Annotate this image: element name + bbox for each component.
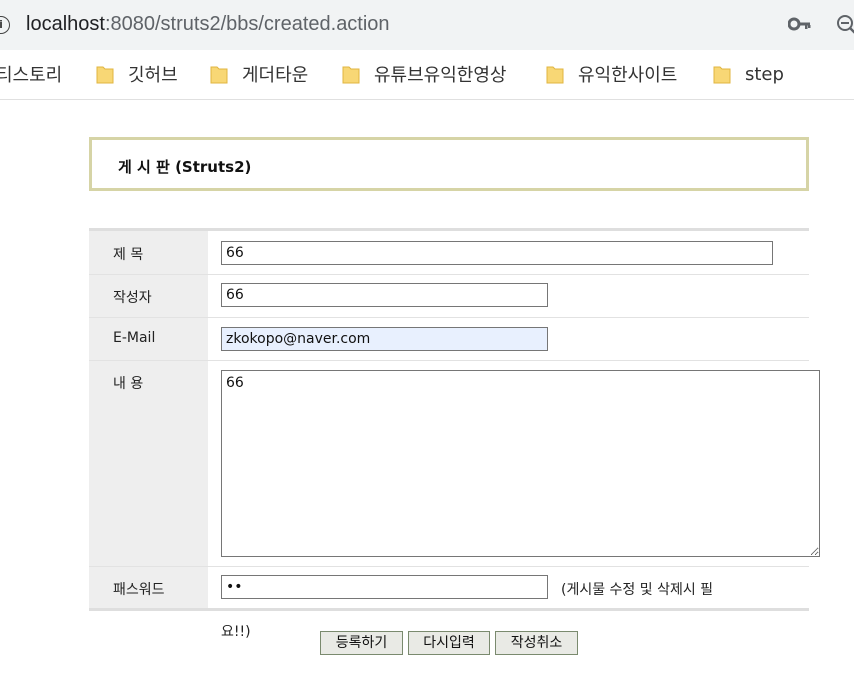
writer-label-cell: 작성자 <box>89 275 208 317</box>
url-text[interactable]: localhost:8080/struts2/bbs/created.actio… <box>26 13 390 36</box>
bookmarks-bar: 티스토리 깃허브 게더타운 유튜브유익한영상 유익한사이트 step <box>0 50 854 100</box>
bookmark-label: 티스토리 <box>0 65 63 86</box>
subject-label: 제 목 <box>113 247 144 263</box>
form-bottom-divider <box>89 608 809 611</box>
folder-icon <box>342 64 360 84</box>
password-note: (게시물 수정 및 삭제시 필 <box>561 582 714 598</box>
bookmark-youtube[interactable]: 유튜브유익한영상 <box>342 60 506 88</box>
submit-button[interactable]: 등록하기 <box>320 631 403 655</box>
folder-icon <box>210 64 228 84</box>
password-label: 패스워드 <box>113 582 165 598</box>
bookmark-useful-sites[interactable]: 유익한사이트 <box>546 60 677 88</box>
email-row: E-Mail <box>89 318 809 361</box>
folder-icon <box>713 64 731 84</box>
address-bar[interactable]: i localhost:8080/struts2/bbs/created.act… <box>0 0 854 50</box>
email-input[interactable] <box>221 327 548 351</box>
password-note-wrap: 요!!) <box>221 624 251 640</box>
email-label-cell: E-Mail <box>89 318 208 360</box>
url-host: localhost <box>26 13 105 35</box>
writer-label: 작성자 <box>113 290 152 306</box>
content-label: 내 용 <box>113 376 144 392</box>
bookmark-label: 게더타운 <box>242 65 309 86</box>
password-input[interactable]: •• <box>221 575 548 599</box>
bookmark-label: 유익한사이트 <box>578 65 678 86</box>
subject-row: 제 목 <box>89 231 809 275</box>
bookmark-label: 깃허브 <box>128 65 178 86</box>
bookmark-step[interactable]: step <box>713 60 784 88</box>
folder-icon <box>546 64 564 84</box>
site-info-icon[interactable]: i <box>0 16 10 34</box>
password-row: 패스워드 •• (게시물 수정 및 삭제시 필 <box>89 567 809 608</box>
reset-button[interactable]: 다시입력 <box>408 631 490 655</box>
bookmark-tistory[interactable]: 티스토리 <box>0 60 62 88</box>
bookmark-label: step <box>745 63 784 85</box>
bookmark-label: 유튜브유익한영상 <box>374 65 507 86</box>
board-title-box: 게 시 판 (Struts2) <box>89 137 809 191</box>
folder-icon <box>96 64 114 84</box>
url-path: :8080/struts2/bbs/created.action <box>104 13 390 35</box>
bookmark-github[interactable]: 깃허브 <box>96 60 178 88</box>
cancel-button[interactable]: 작성취소 <box>495 631 578 655</box>
writer-row: 작성자 <box>89 275 809 318</box>
zoom-out-icon[interactable] <box>836 14 854 36</box>
key-icon[interactable] <box>788 14 812 34</box>
bookmark-gathertown[interactable]: 게더타운 <box>210 60 308 88</box>
content-textarea[interactable]: 66 <box>221 370 820 557</box>
board-title: 게 시 판 (Struts2) <box>118 158 252 176</box>
subject-input[interactable] <box>221 241 773 265</box>
content-row: 내 용 66 <box>89 361 820 567</box>
email-label: E-Mail <box>113 330 156 346</box>
password-label-cell: 패스워드 <box>89 567 208 608</box>
subject-label-cell: 제 목 <box>89 231 208 274</box>
writer-input[interactable] <box>221 283 548 307</box>
content-label-cell: 내 용 <box>89 361 208 566</box>
